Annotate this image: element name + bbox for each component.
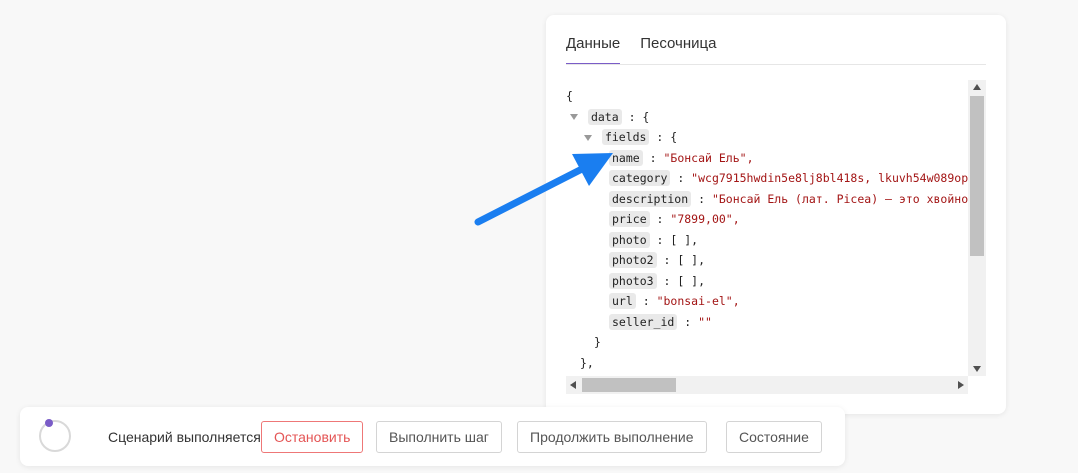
open-brace: { [566,89,573,103]
key-separator: : [642,150,664,165]
collapse-triangle-icon[interactable] [584,134,592,141]
key-separator: : [649,232,671,247]
json-line: }, [566,353,968,374]
data-panel: Данные Песочница { data : { fields : { n… [546,15,1006,414]
key-separator: : { [649,130,678,144]
horizontal-scrollbar[interactable] [566,376,968,394]
tabs-divider [566,64,986,65]
json-key[interactable]: price [609,211,650,227]
spinner-dot-icon [45,419,53,427]
json-value: [ ], [677,253,706,267]
json-value: [ ], [670,232,699,247]
json-field-row: url : "bonsai-el", [566,291,968,312]
json-field-row: seller_id : "" [566,312,968,333]
scroll-right-icon[interactable] [958,381,964,389]
vertical-scroll-thumb[interactable] [970,96,984,256]
json-field-row: photo : [ ], [566,230,968,251]
json-field-row: price : "7899,00", [566,209,968,230]
json-line: fields : { [566,127,968,148]
tab-bar: Данные Песочница [566,35,716,65]
execution-status: Сценарий выполняется [108,429,261,445]
json-key[interactable]: photo3 [609,272,657,289]
json-value: "wcg7915hwdin5e8lj8bl418s, lkuvh54w089op… [691,171,968,185]
json-key[interactable]: name [609,149,643,166]
key-separator: : [670,171,692,185]
json-line: } [566,332,968,353]
execution-bar: Сценарий выполняется Остановить Выполнит… [20,407,845,466]
stop-button[interactable]: Остановить [261,421,364,453]
json-key[interactable]: description [609,190,692,207]
tab-data[interactable]: Данные [566,35,621,65]
collapse-triangle-icon[interactable] [570,114,578,120]
json-value: "Бонсай Ель", [663,150,754,165]
key-separator: : [691,191,712,206]
key-separator: : [649,212,671,226]
json-viewer[interactable]: { data : { fields : { name : "Бонсай Ель… [566,80,986,394]
continue-button[interactable]: Продолжить выполнение [517,421,707,453]
key-separator: : { [621,109,650,124]
json-line: data : { [566,107,968,128]
horizontal-scroll-thumb[interactable] [582,378,676,392]
json-field-row: name : "Бонсай Ель", [566,148,968,169]
json-value: "bonsai-el", [656,294,740,308]
json-key[interactable]: seller_id [609,313,678,330]
json-value: [ ], [677,273,706,288]
json-field-row: photo3 : [ ], [566,271,968,292]
scroll-down-icon[interactable] [973,366,981,372]
step-button[interactable]: Выполнить шаг [376,421,502,453]
json-key-fields[interactable]: fields [601,129,650,145]
loading-spinner-icon [39,420,71,452]
vertical-scrollbar[interactable] [968,80,986,376]
key-separator: : [656,273,678,288]
scroll-up-icon[interactable] [973,84,981,90]
json-key[interactable]: category [609,170,671,186]
state-button[interactable]: Состояние [726,421,822,453]
scroll-left-icon[interactable] [570,381,576,389]
close-fields-brace: } [594,335,601,349]
key-separator: : [635,294,657,308]
key-separator: : [656,253,678,267]
close-data-brace: }, [580,355,594,370]
tab-sandbox[interactable]: Песочница [640,35,716,65]
json-field-row: description : "Бонсай Ель (лат. Picea) –… [566,189,968,210]
json-key[interactable]: url [609,293,636,309]
json-value: "" [698,314,712,329]
json-field-row: photo2 : [ ], [566,250,968,271]
json-line: { [566,86,968,107]
json-code: { data : { fields : { name : "Бонсай Ель… [566,86,968,376]
key-separator: : [677,314,699,329]
json-key-data[interactable]: data [587,108,622,125]
json-key[interactable]: photo2 [609,252,657,268]
json-value: "Бонсай Ель (лат. Picea) – это хвойное [711,191,968,206]
json-value: "7899,00", [670,212,740,226]
json-key[interactable]: photo [609,231,650,248]
json-field-row: category : "wcg7915hwdin5e8lj8bl418s, lk… [566,168,968,189]
